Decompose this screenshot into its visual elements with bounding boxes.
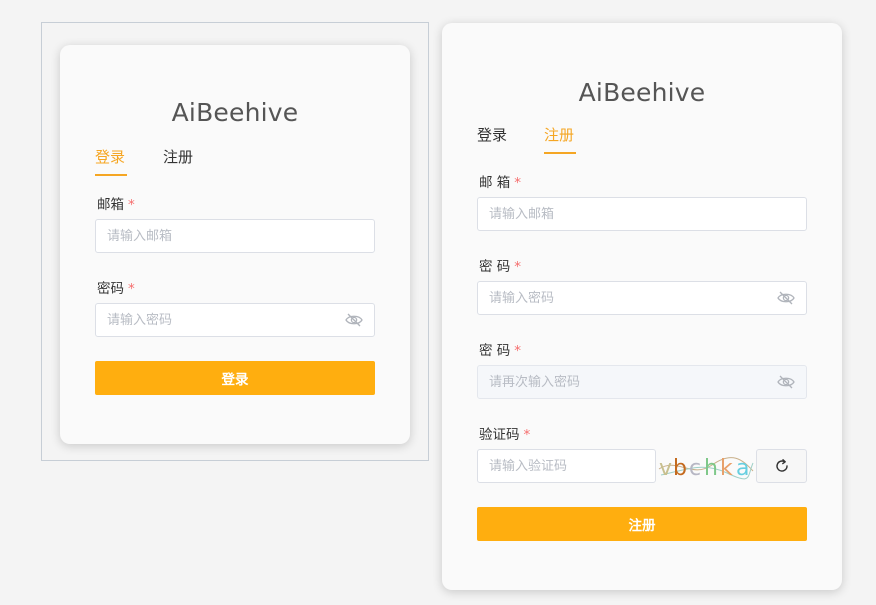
password-input[interactable] [96, 304, 374, 336]
required-mark: * [514, 175, 522, 191]
confirm-password-label: 密 码 * [479, 343, 522, 359]
brand-title: AiBeehive [171, 98, 299, 127]
refresh-captcha-button[interactable] [756, 449, 807, 483]
svg-text:b: b [673, 456, 687, 481]
tab-register[interactable]: 注册 [163, 146, 193, 167]
captcha-field [477, 449, 656, 483]
password-field [477, 281, 807, 315]
confirm-password-field [477, 365, 807, 399]
login-button[interactable]: 登录 [95, 361, 375, 395]
email-input[interactable] [478, 198, 806, 230]
captcha-label: 验证码 * [479, 427, 531, 443]
tab-register[interactable]: 注册 [544, 124, 574, 145]
email-input[interactable] [96, 220, 374, 252]
svg-text:v: v [659, 456, 672, 481]
email-label: 邮箱 * [97, 197, 135, 213]
eye-off-icon[interactable] [777, 375, 795, 389]
captcha-image[interactable]: v b c h k a [657, 449, 755, 483]
eye-off-icon[interactable] [345, 313, 363, 327]
captcha-input[interactable] [478, 450, 655, 482]
tab-login[interactable]: 登录 [477, 124, 507, 145]
password-label: 密 码 * [479, 259, 522, 275]
register-button[interactable]: 注册 [477, 507, 807, 541]
password-field [95, 303, 375, 337]
svg-text:c: c [689, 456, 701, 481]
email-field [477, 197, 807, 231]
password-label: 密码 * [97, 281, 135, 297]
required-mark: * [128, 197, 135, 213]
eye-off-icon[interactable] [777, 291, 795, 305]
login-card: AiBeehive 登录 注册 邮箱* 密码* 登录 [60, 45, 410, 444]
email-field [95, 219, 375, 253]
brand-title: AiBeehive [578, 78, 706, 107]
tab-login[interactable]: 登录 [95, 146, 125, 167]
svg-text:k: k [720, 456, 733, 481]
tab-active-indicator [95, 174, 127, 176]
email-label: 邮 箱 * [479, 175, 522, 191]
required-mark: * [514, 343, 522, 359]
required-mark: * [523, 427, 531, 443]
tab-active-indicator [544, 152, 576, 154]
svg-text:a: a [736, 456, 749, 481]
refresh-icon [775, 459, 788, 472]
svg-text:h: h [704, 456, 718, 481]
required-mark: * [128, 281, 135, 297]
confirm-password-input[interactable] [478, 366, 806, 398]
required-mark: * [514, 259, 522, 275]
register-card: AiBeehive 登录 注册 邮 箱* 密 码* 密 码* 验证码* [442, 23, 842, 590]
password-input[interactable] [478, 282, 806, 314]
